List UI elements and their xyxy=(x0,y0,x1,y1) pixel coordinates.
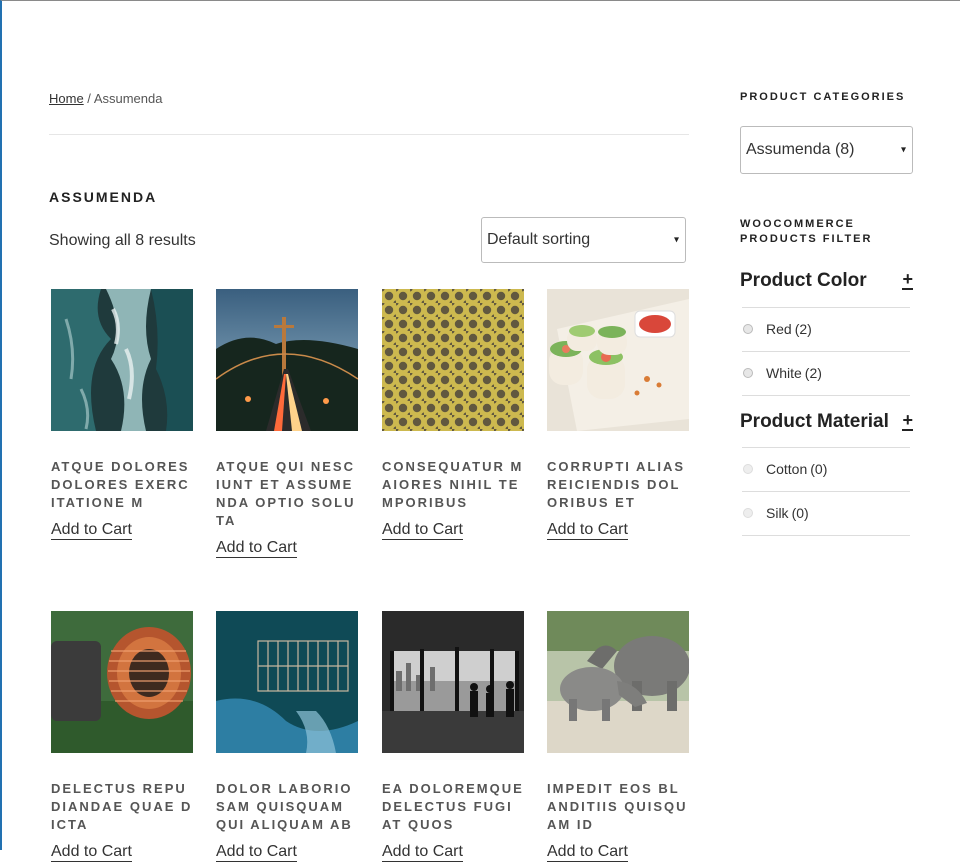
category-selected-value: Assumenda (8) xyxy=(746,141,855,158)
product-color-title: Product Color xyxy=(740,270,867,291)
product-image[interactable] xyxy=(547,611,689,753)
product-image[interactable] xyxy=(382,289,524,431)
product-image[interactable] xyxy=(547,289,689,431)
product-card: IMPEDIT EOS BLANDITIIS QUISQUAM ID Add t… xyxy=(547,611,689,862)
product-card: CORRUPTI ALIAS REICIENDIS DOLORIBUS ET A… xyxy=(547,289,689,540)
product-title[interactable]: ATQUE DOLORES DOLORES EXERCITATIONE M xyxy=(51,458,193,512)
expand-plus-icon[interactable]: + xyxy=(902,270,913,290)
add-to-cart-button[interactable]: Add to Cart xyxy=(216,539,297,558)
filter-option-red[interactable]: Red (2) xyxy=(742,307,910,352)
add-to-cart-button[interactable]: Add to Cart xyxy=(382,843,463,862)
expand-plus-icon[interactable]: + xyxy=(902,411,913,431)
category-select[interactable]: Assumenda (8) ▾ xyxy=(740,126,913,174)
product-title[interactable]: CORRUPTI ALIAS REICIENDIS DOLORIBUS ET xyxy=(547,458,689,512)
breadcrumb-current: Assumenda xyxy=(93,91,163,106)
radio-icon[interactable] xyxy=(743,464,753,474)
product-card: CONSEQUATUR MAIORES NIHIL TEMPORIBUS Add… xyxy=(382,289,524,540)
product-card: DELECTUS REPUDIANDAE QUAE DICTA Add to C… xyxy=(51,611,193,862)
breadcrumb: Home / Assumenda xyxy=(49,91,162,106)
sorting-select[interactable]: Default sorting ▾ xyxy=(481,217,686,263)
product-title[interactable]: DOLOR LABORIOSAM QUISQUAM QUI ALIQUAM AB xyxy=(216,780,358,834)
product-color-header[interactable]: Product Color + xyxy=(740,270,913,292)
filter-option-white[interactable]: White (2) xyxy=(742,351,910,396)
page-title: ASSUMENDA xyxy=(49,189,158,205)
products-filter-title: WOOCOMMERCE PRODUCTS FILTER xyxy=(740,218,873,245)
product-title[interactable]: IMPEDIT EOS BLANDITIIS QUISQUAM ID xyxy=(547,780,689,834)
filter-option-count: (2) xyxy=(804,365,822,381)
breadcrumb-separator: / xyxy=(83,91,94,106)
product-image[interactable] xyxy=(382,611,524,753)
filter-option-label: Red xyxy=(766,321,792,337)
product-card: EA DOLOREMQUE DELECTUS FUGIAT QUOS Add t… xyxy=(382,611,524,862)
chevron-down-icon: ▾ xyxy=(673,234,679,246)
product-title[interactable]: EA DOLOREMQUE DELECTUS FUGIAT QUOS xyxy=(382,780,524,834)
add-to-cart-button[interactable]: Add to Cart xyxy=(382,521,463,540)
sorting-selected-value: Default sorting xyxy=(487,231,591,248)
product-title[interactable]: CONSEQUATUR MAIORES NIHIL TEMPORIBUS xyxy=(382,458,524,512)
product-image[interactable] xyxy=(216,289,358,431)
product-material-title: Product Material xyxy=(740,411,889,432)
add-to-cart-button[interactable]: Add to Cart xyxy=(216,843,297,862)
result-count: Showing all 8 results xyxy=(49,232,196,249)
product-title[interactable]: DELECTUS REPUDIANDAE QUAE DICTA xyxy=(51,780,193,834)
add-to-cart-button[interactable]: Add to Cart xyxy=(51,521,132,540)
filter-option-label: White xyxy=(766,365,802,381)
filter-option-label: Silk xyxy=(766,505,789,521)
add-to-cart-button[interactable]: Add to Cart xyxy=(547,521,628,540)
filter-option-count: (0) xyxy=(810,461,828,477)
filter-option-count: (0) xyxy=(791,505,809,521)
product-material-header[interactable]: Product Material + xyxy=(740,411,913,433)
product-title[interactable]: ATQUE QUI NESCIUNT ET ASSUMENDA OPTIO SO… xyxy=(216,458,358,530)
filter-option-label: Cotton xyxy=(766,461,808,477)
radio-icon[interactable] xyxy=(743,324,753,334)
product-image[interactable] xyxy=(216,611,358,753)
chevron-down-icon: ▾ xyxy=(900,144,906,156)
product-categories-title: PRODUCT CATEGORIES xyxy=(740,91,906,103)
product-card: ATQUE QUI NESCIUNT ET ASSUMENDA OPTIO SO… xyxy=(216,289,358,558)
filter-option-count: (2) xyxy=(794,321,812,337)
divider xyxy=(49,134,689,135)
filter-option-silk[interactable]: Silk (0) xyxy=(742,491,910,536)
product-image[interactable] xyxy=(51,611,193,753)
breadcrumb-home-link[interactable]: Home xyxy=(49,91,84,106)
radio-icon[interactable] xyxy=(743,508,753,518)
filter-option-cotton[interactable]: Cotton (0) xyxy=(742,447,910,492)
product-image[interactable] xyxy=(51,289,193,431)
product-card: ATQUE DOLORES DOLORES EXERCITATIONE M Ad… xyxy=(51,289,193,540)
add-to-cart-button[interactable]: Add to Cart xyxy=(51,843,132,862)
product-card: DOLOR LABORIOSAM QUISQUAM QUI ALIQUAM AB… xyxy=(216,611,358,862)
add-to-cart-button[interactable]: Add to Cart xyxy=(547,843,628,862)
radio-icon[interactable] xyxy=(743,368,753,378)
